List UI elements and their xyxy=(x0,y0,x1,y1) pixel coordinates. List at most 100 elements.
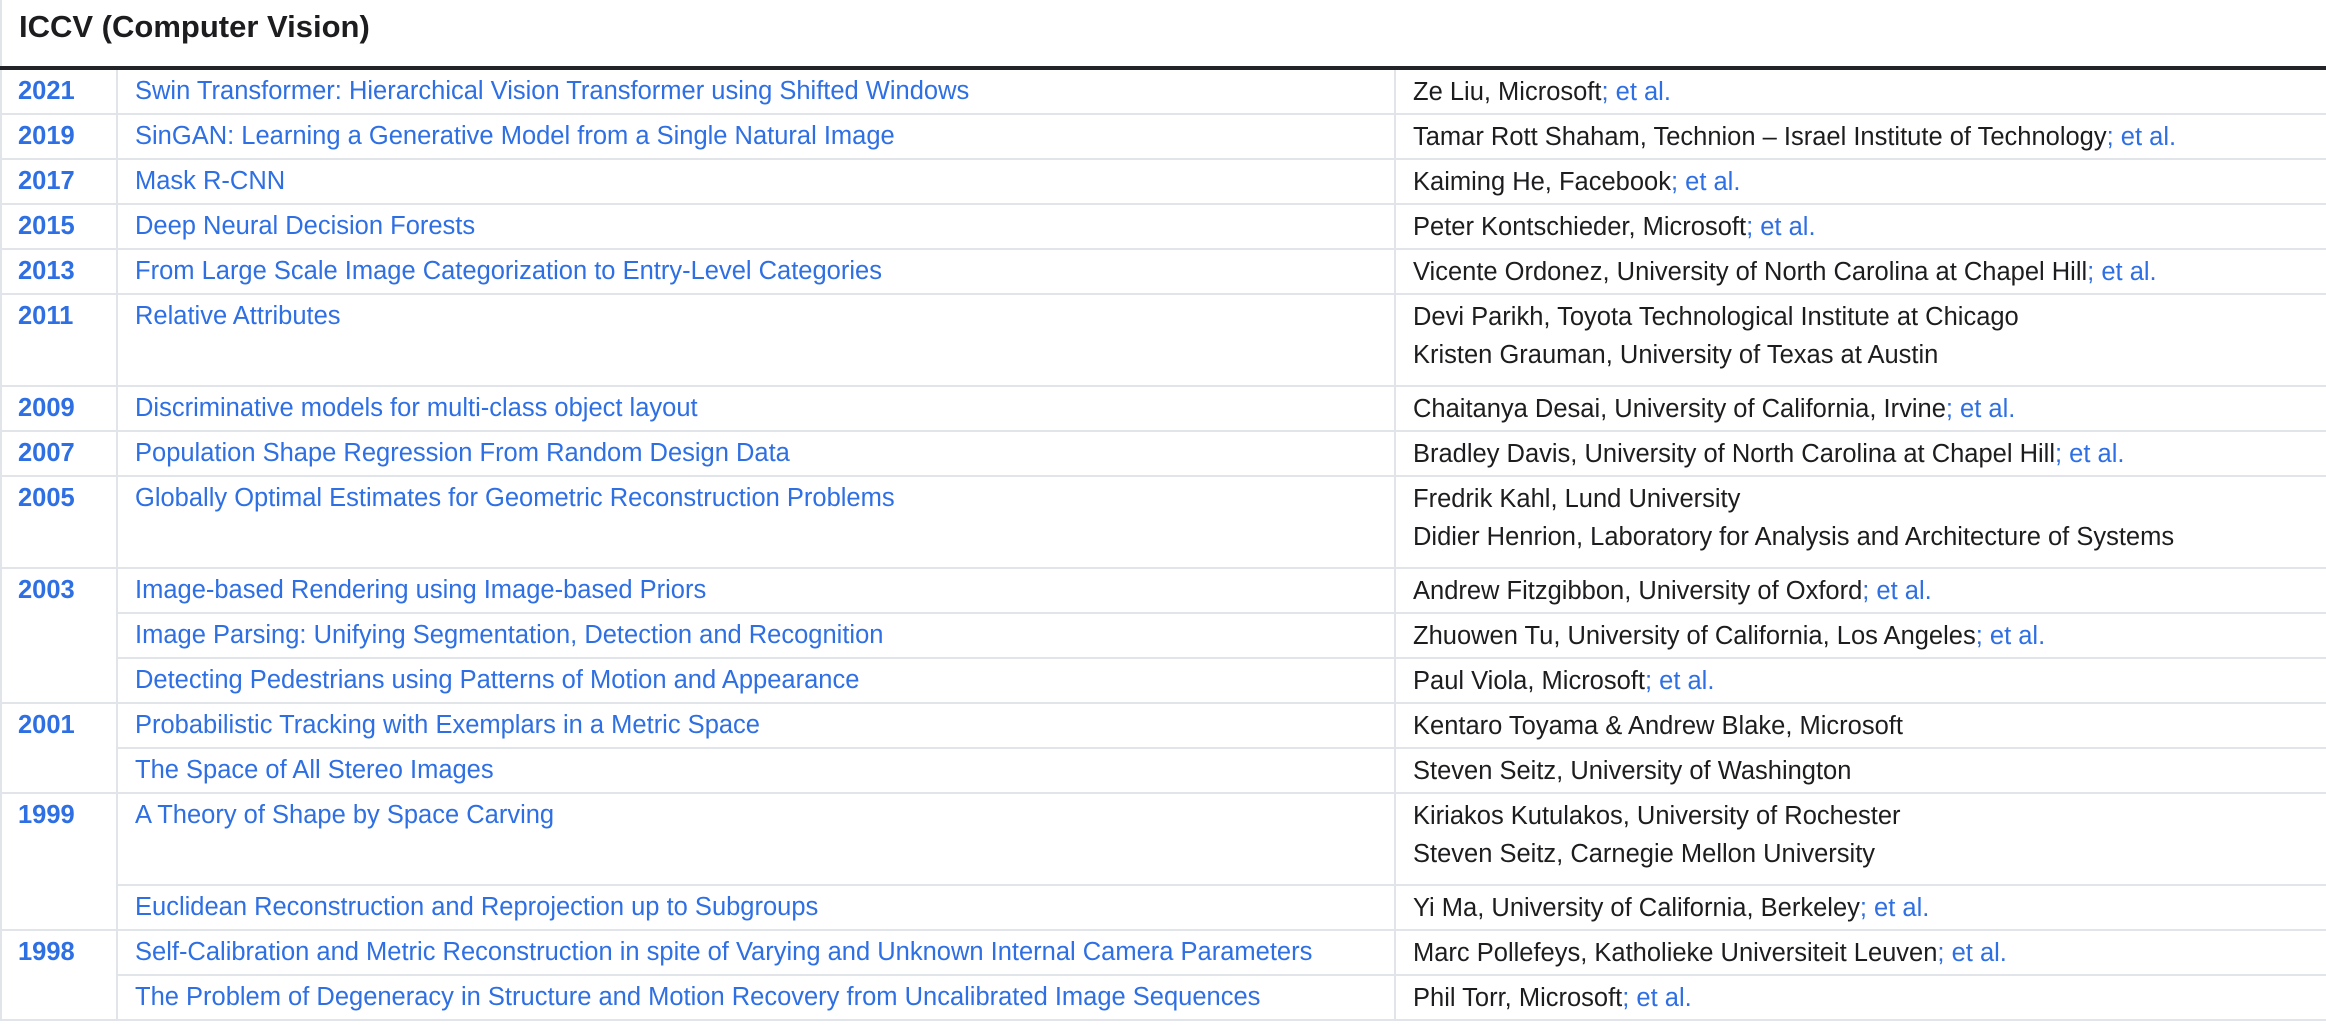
author-line: Didier Henrion, Laboratory for Analysis … xyxy=(1413,518,2309,556)
title-cell: The Space of All Stereo Images xyxy=(116,747,1396,794)
author-line: Steven Seitz, Carnegie Mellon University xyxy=(1413,835,2309,873)
paper-title-link[interactable]: Euclidean Reconstruction and Reprojectio… xyxy=(135,893,818,921)
title-cell: Globally Optimal Estimates for Geometric… xyxy=(116,475,1396,569)
paper-title-link[interactable]: A Theory of Shape by Space Carving xyxy=(135,801,554,829)
authors-cell: Vicente Ordonez, University of North Car… xyxy=(1394,248,2326,295)
author-line: Chaitanya Desai, University of Californi… xyxy=(1413,390,2309,428)
author-affiliation: Steven Seitz, University of Washington xyxy=(1413,757,1852,785)
paper-title-link[interactable]: Mask R-CNN xyxy=(135,167,285,195)
table-row: 1998 Self-Calibration and Metric Reconstr… xyxy=(0,929,2326,1021)
paper-title-link[interactable]: Globally Optimal Estimates for Geometric… xyxy=(135,484,895,512)
title-cell: Mask R-CNN xyxy=(116,158,1396,205)
et-al-link[interactable]: ; et al. xyxy=(1946,395,2015,423)
year-cell: 2005 xyxy=(0,475,118,569)
year-cell: 2021 xyxy=(0,67,118,115)
et-al-link[interactable]: ; et al. xyxy=(1601,78,1670,106)
title-cell: Deep Neural Decision Forests xyxy=(116,203,1396,250)
paper-title-link[interactable]: The Space of All Stereo Images xyxy=(135,756,494,784)
author-line: Tamar Rott Shaham, Technion – Israel Ins… xyxy=(1413,118,2309,156)
et-al-link[interactable]: ; et al. xyxy=(1937,939,2006,967)
author-affiliation: Steven Seitz, Carnegie Mellon University xyxy=(1413,840,1876,868)
authors-cell: Fredrik Kahl, Lund University Didier Henr… xyxy=(1394,475,2326,569)
author-line: Peter Kontschieder, Microsoft; et al. xyxy=(1413,208,2309,246)
authors-cell: Steven Seitz, University of Washington xyxy=(1394,747,2326,794)
table-row: 2021 Swin Transformer: Hierarchical Visio… xyxy=(0,67,2326,115)
table-row: 2019 SinGAN: Learning a Generative Model … xyxy=(0,113,2326,160)
paper-title-link[interactable]: The Problem of Degeneracy in Structure a… xyxy=(135,983,1260,1011)
authors-cell: Peter Kontschieder, Microsoft; et al. xyxy=(1394,203,2326,250)
year-cell: 2017 xyxy=(0,158,118,205)
title-cell: The Problem of Degeneracy in Structure a… xyxy=(116,974,1396,1021)
author-line: Devi Parikh, Toyota Technological Instit… xyxy=(1413,298,2309,336)
author-line: Phil Torr, Microsoft; et al. xyxy=(1413,979,2309,1017)
paper-title-link[interactable]: From Large Scale Image Categorization to… xyxy=(135,257,882,285)
title-cell: SinGAN: Learning a Generative Model from… xyxy=(116,113,1396,160)
table-row: 2011 Relative Attributes Devi Parikh, Toyo… xyxy=(0,293,2326,387)
year-cell: 2011 xyxy=(0,293,118,387)
et-al-link[interactable]: ; et al. xyxy=(1671,168,1740,196)
paper-title-link[interactable]: Image Parsing: Unifying Segmentation, De… xyxy=(135,621,883,649)
author-affiliation: Kaiming He, Facebook xyxy=(1413,168,1671,196)
authors-cell: Devi Parikh, Toyota Technological Instit… xyxy=(1394,293,2326,387)
author-line: Andrew Fitzgibbon, University of Oxford;… xyxy=(1413,572,2309,610)
author-affiliation: Yi Ma, University of California, Berkele… xyxy=(1413,894,1860,922)
title-cell: Detecting Pedestrians using Patterns of … xyxy=(116,657,1396,704)
author-line: Kaiming He, Facebook; et al. xyxy=(1413,163,2309,201)
author-affiliation: Vicente Ordonez, University of North Car… xyxy=(1413,258,2088,286)
table-row: 2017 Mask R-CNN Kaiming He, Facebook; et a… xyxy=(0,158,2326,205)
et-al-link[interactable]: ; et al. xyxy=(1976,622,2045,650)
author-affiliation: Didier Henrion, Laboratory for Analysis … xyxy=(1413,523,2175,551)
et-al-link[interactable]: ; et al. xyxy=(1622,984,1691,1012)
paper-title-link[interactable]: Probabilistic Tracking with Exemplars in… xyxy=(135,711,760,739)
paper-title-link[interactable]: Self-Calibration and Metric Reconstructi… xyxy=(135,938,1312,966)
author-affiliation: Bradley Davis, University of North Carol… xyxy=(1413,440,2055,468)
author-line: Zhuowen Tu, University of California, Lo… xyxy=(1413,617,2309,655)
authors-cell: Chaitanya Desai, University of Californi… xyxy=(1394,385,2326,432)
et-al-link[interactable]: ; et al. xyxy=(1645,667,1714,695)
author-affiliation: Andrew Fitzgibbon, University of Oxford xyxy=(1413,577,1863,605)
year-cell: 1998 xyxy=(0,929,118,1021)
authors-cell: Kiriakos Kutulakos, University of Roches… xyxy=(1394,792,2326,886)
table-row: 2015 Deep Neural Decision Forests Peter Ko… xyxy=(0,203,2326,250)
author-affiliation: Paul Viola, Microsoft xyxy=(1413,667,1645,695)
paper-title-link[interactable]: Swin Transformer: Hierarchical Vision Tr… xyxy=(135,77,969,105)
table-row: Detecting Pedestrians using Patterns of … xyxy=(1,657,2326,704)
paper-title-link[interactable]: Population Shape Regression From Random … xyxy=(135,439,790,467)
title-cell: Relative Attributes xyxy=(116,293,1396,387)
title-cell: Swin Transformer: Hierarchical Vision Tr… xyxy=(116,67,1396,115)
author-line: Kiriakos Kutulakos, University of Roches… xyxy=(1413,797,2309,835)
paper-title-link[interactable]: Detecting Pedestrians using Patterns of … xyxy=(135,666,859,694)
et-al-link[interactable]: ; et al. xyxy=(2055,440,2124,468)
table-body: 2021 Swin Transformer: Hierarchical Visio… xyxy=(0,67,2326,1021)
author-affiliation: Marc Pollefeys, Katholieke Universiteit … xyxy=(1413,939,1938,967)
et-al-link[interactable]: ; et al. xyxy=(2107,123,2176,151)
table-row: The Space of All Stereo Images Steven Sei… xyxy=(1,747,2326,794)
paper-title-link[interactable]: Deep Neural Decision Forests xyxy=(135,212,475,240)
paper-title-link[interactable]: Image-based Rendering using Image-based … xyxy=(135,576,706,604)
paper-title-link[interactable]: Discriminative models for multi-class ob… xyxy=(135,394,698,422)
authors-cell: Zhuowen Tu, University of California, Lo… xyxy=(1394,612,2326,659)
iccv-papers-table: 2021 Swin Transformer: Hierarchical Visio… xyxy=(0,66,2326,1021)
author-affiliation: Kentaro Toyama & Andrew Blake, Microsoft xyxy=(1413,712,1903,740)
title-cell: Self-Calibration and Metric Reconstructi… xyxy=(116,929,1396,976)
title-cell: A Theory of Shape by Space Carving xyxy=(116,792,1396,886)
authors-cell: Ze Liu, Microsoft; et al. xyxy=(1394,67,2326,115)
author-line: Marc Pollefeys, Katholieke Universiteit … xyxy=(1413,934,2309,972)
et-al-link[interactable]: ; et al. xyxy=(1860,894,1929,922)
et-al-link[interactable]: ; et al. xyxy=(1862,577,1931,605)
et-al-link[interactable]: ; et al. xyxy=(1746,213,1815,241)
et-al-link[interactable]: ; et al. xyxy=(2087,258,2156,286)
table-row: 2005 Globally Optimal Estimates for Geome… xyxy=(0,475,2326,569)
author-affiliation: Devi Parikh, Toyota Technological Instit… xyxy=(1413,303,2019,331)
year-cell: 2007 xyxy=(0,430,118,477)
title-cell: Population Shape Regression From Random … xyxy=(116,430,1396,477)
year-cell: 2001 xyxy=(0,702,118,794)
author-line: Kentaro Toyama & Andrew Blake, Microsoft xyxy=(1413,707,2309,745)
author-affiliation: Fredrik Kahl, Lund University xyxy=(1413,485,1741,513)
author-line: Paul Viola, Microsoft; et al. xyxy=(1413,662,2309,700)
paper-title-link[interactable]: SinGAN: Learning a Generative Model from… xyxy=(135,122,895,150)
table-row: 2001 Probabilistic Tracking with Exemplar… xyxy=(0,702,2326,794)
paper-title-link[interactable]: Relative Attributes xyxy=(135,302,341,330)
author-line: Yi Ma, University of California, Berkele… xyxy=(1413,889,2309,927)
year-cell: 2009 xyxy=(0,385,118,432)
